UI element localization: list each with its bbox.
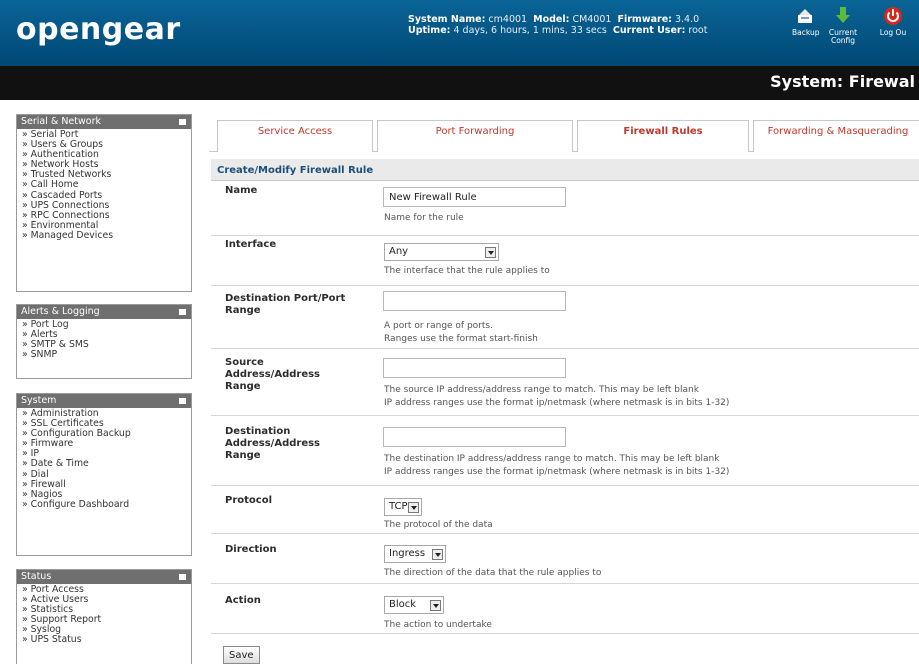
name-label: Name [225,185,258,196]
destination-address-help-2: IP address ranges use the format ip/netm… [384,467,730,477]
source-address-help-2: IP address ranges use the format ip/netm… [384,398,730,408]
uptime-value: 4 days, 6 hours, 1 mins, 33 secs [453,25,607,36]
chevron-down-icon [432,549,443,560]
destination-port-label: Destination Port/Port Range [225,293,346,316]
opengear-logo[interactable]: opengear [16,12,181,47]
current-user-value: root [688,25,708,36]
collapse-icon[interactable] [179,119,186,125]
tab-forwarding-masquerading[interactable]: Forwarding & Masquerading [753,120,919,152]
logout-button[interactable]: Log Ou [873,6,913,37]
top-header: opengear System Name: cm4001 Model: CM40… [0,0,919,66]
destination-port-help-2: Ranges use the format start-finish [384,334,538,344]
destination-address-help-1: The destination IP address/address range… [384,454,720,464]
sidebar-status-list: » Port Access » Active Users » Statistic… [17,584,191,648]
collapse-icon[interactable] [179,309,186,315]
download-arrow-icon [836,7,850,23]
protocol-label: Protocol [225,495,273,506]
sidebar-alerts-logging-list: » Port Log » Alerts » SMTP & SMS » SNMP [17,319,191,362]
source-address-input[interactable] [383,358,566,378]
interface-help: The interface that the rule applies to [384,266,550,276]
direction-label: Direction [225,544,277,555]
row-action: Action Block The action to undertake [211,584,919,634]
action-label: Action [225,595,261,606]
tab-port-forwarding[interactable]: Port Forwarding [377,120,573,152]
row-name: Name Name for the rule [211,182,919,236]
row-interface: Interface Any The interface that the rul… [211,236,919,286]
direction-help: The direction of the data that the rule … [384,568,602,578]
direction-select[interactable]: Ingress [384,545,446,563]
row-source-address: Source Address/Address Range The source … [211,349,919,416]
tab-service-access[interactable]: Service Access [217,120,373,152]
model-value: CM4001 [572,14,612,25]
sidebar-item-firmware[interactable]: » Firmware [22,439,191,449]
firewall-rule-form: Create/Modify Firewall Rule Name Name fo… [211,159,919,664]
sidebar-serial-network-header[interactable]: Serial & Network [17,115,191,129]
protocol-select[interactable]: TCP [384,498,422,516]
row-destination-port: Destination Port/Port Range A port or ra… [211,286,919,349]
sidebar-system-header[interactable]: System [17,394,191,408]
row-direction: Direction Ingress The direction of the d… [211,534,919,584]
destination-port-input[interactable] [383,291,566,311]
action-help: The action to undertake [384,620,492,630]
sidebar-system-list: » Administration » SSL Certificates » Co… [17,408,191,512]
sidebar-alerts-logging: Alerts & Logging » Port Log » Alerts » S… [16,304,192,379]
system-info: System Name: cm4001 Model: CM4001 Firmwa… [408,14,707,36]
source-address-label: Source Address/Address Range [225,357,320,392]
sidebar-serial-network: Serial & Network » Serial Port » Users &… [16,114,192,292]
system-name-value: cm4001 [488,14,528,25]
firmware-value: 3.4.0 [674,14,700,25]
source-address-help-1: The source IP address/address range to m… [384,385,699,395]
sidebar-item-configure-dashboard[interactable]: » Configure Dashboard [22,499,191,510]
name-input[interactable] [383,187,566,207]
destination-address-label: Destination Address/Address Range [225,426,320,461]
sidebar-serial-network-list: » Serial Port » Users & Groups » Authent… [17,129,191,243]
system-info-line-2: Uptime: 4 days, 6 hours, 1 mins, 33 secs… [408,25,708,36]
current-config-button[interactable]: Current Config [826,6,860,45]
form-header: Create/Modify Firewall Rule [211,159,919,181]
sidebar-alerts-logging-header[interactable]: Alerts & Logging [17,305,191,319]
destination-port-help-1: A port or range of ports. [384,321,493,331]
tab-bar: Service Access Port Forwarding Firewall … [209,120,919,152]
backup-icon [798,9,812,23]
sidebar-system: System » Administration » SSL Certificat… [16,393,192,556]
page-title: System: Firewal [770,72,915,91]
chevron-down-icon [430,600,441,611]
system-info-line-1: System Name: cm4001 Model: CM4001 Firmwa… [408,14,700,25]
sidebar-status: Status » Port Access » Active Users » St… [16,569,192,664]
name-help: Name for the rule [384,213,464,223]
save-button[interactable]: Save [223,646,260,664]
sidebar-item-managed-devices[interactable]: » Managed Devices [22,230,191,241]
chevron-down-icon [485,247,496,258]
action-select[interactable]: Block [384,596,444,614]
sidebar-item-ups-status[interactable]: » UPS Status [22,635,191,645]
collapse-icon[interactable] [179,574,186,580]
interface-label: Interface [225,239,277,250]
title-bar: System: Firewal [0,66,919,100]
interface-select[interactable]: Any [384,243,499,261]
row-destination-address: Destination Address/Address Range The de… [211,416,919,486]
tab-firewall-rules[interactable]: Firewall Rules [577,120,749,152]
backup-button[interactable]: Backup [792,6,820,37]
collapse-icon[interactable] [179,398,186,404]
power-icon [884,7,902,25]
sidebar-item-snmp[interactable]: » SNMP [22,350,191,360]
chevron-down-icon [408,502,419,513]
protocol-help: The protocol of the data [384,520,493,530]
row-protocol: Protocol TCP The protocol of the data [211,486,919,534]
destination-address-input[interactable] [383,427,566,447]
sidebar-status-header[interactable]: Status [17,570,191,584]
